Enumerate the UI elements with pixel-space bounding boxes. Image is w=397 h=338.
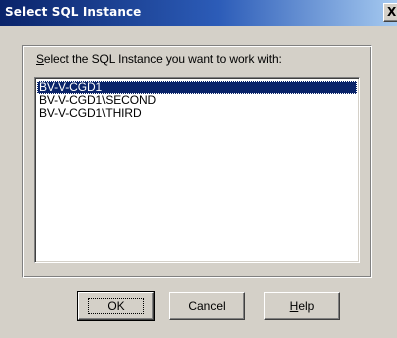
instance-listbox[interactable]: BV-V-CGD1 BV-V-CGD1\SECOND BV-V-CGD1\THI…	[34, 77, 360, 263]
window-title: Select SQL Instance	[5, 5, 142, 19]
instance-prompt-label: Select the SQL Instance you want to work…	[36, 52, 282, 66]
title-bar[interactable]: Select SQL Instance X	[0, 0, 397, 26]
help-button[interactable]: Help	[264, 292, 340, 320]
close-icon: X	[387, 5, 397, 19]
select-sql-instance-dialog: Select SQL Instance X Select the SQL Ins…	[0, 0, 397, 338]
instance-list-item-label: BV-V-CGD1\THIRD	[39, 106, 142, 120]
help-button-label: Help	[288, 293, 317, 319]
prompt-text: elect the SQL Instance you want to work …	[43, 52, 282, 66]
prompt-mnemonic: S	[36, 52, 44, 66]
instance-list-item-label: BV-V-CGD1	[39, 80, 103, 94]
ok-button-label: OK	[88, 298, 144, 314]
help-label-rest: elp	[298, 299, 315, 313]
cancel-button-label: Cancel	[188, 299, 226, 313]
instance-list-item[interactable]: BV-V-CGD1\THIRD	[37, 107, 357, 120]
cancel-button[interactable]: Cancel	[169, 292, 245, 320]
ok-button[interactable]: OK	[77, 291, 155, 321]
instance-list-item-label: BV-V-CGD1\SECOND	[39, 93, 157, 107]
close-button[interactable]: X	[383, 3, 397, 22]
